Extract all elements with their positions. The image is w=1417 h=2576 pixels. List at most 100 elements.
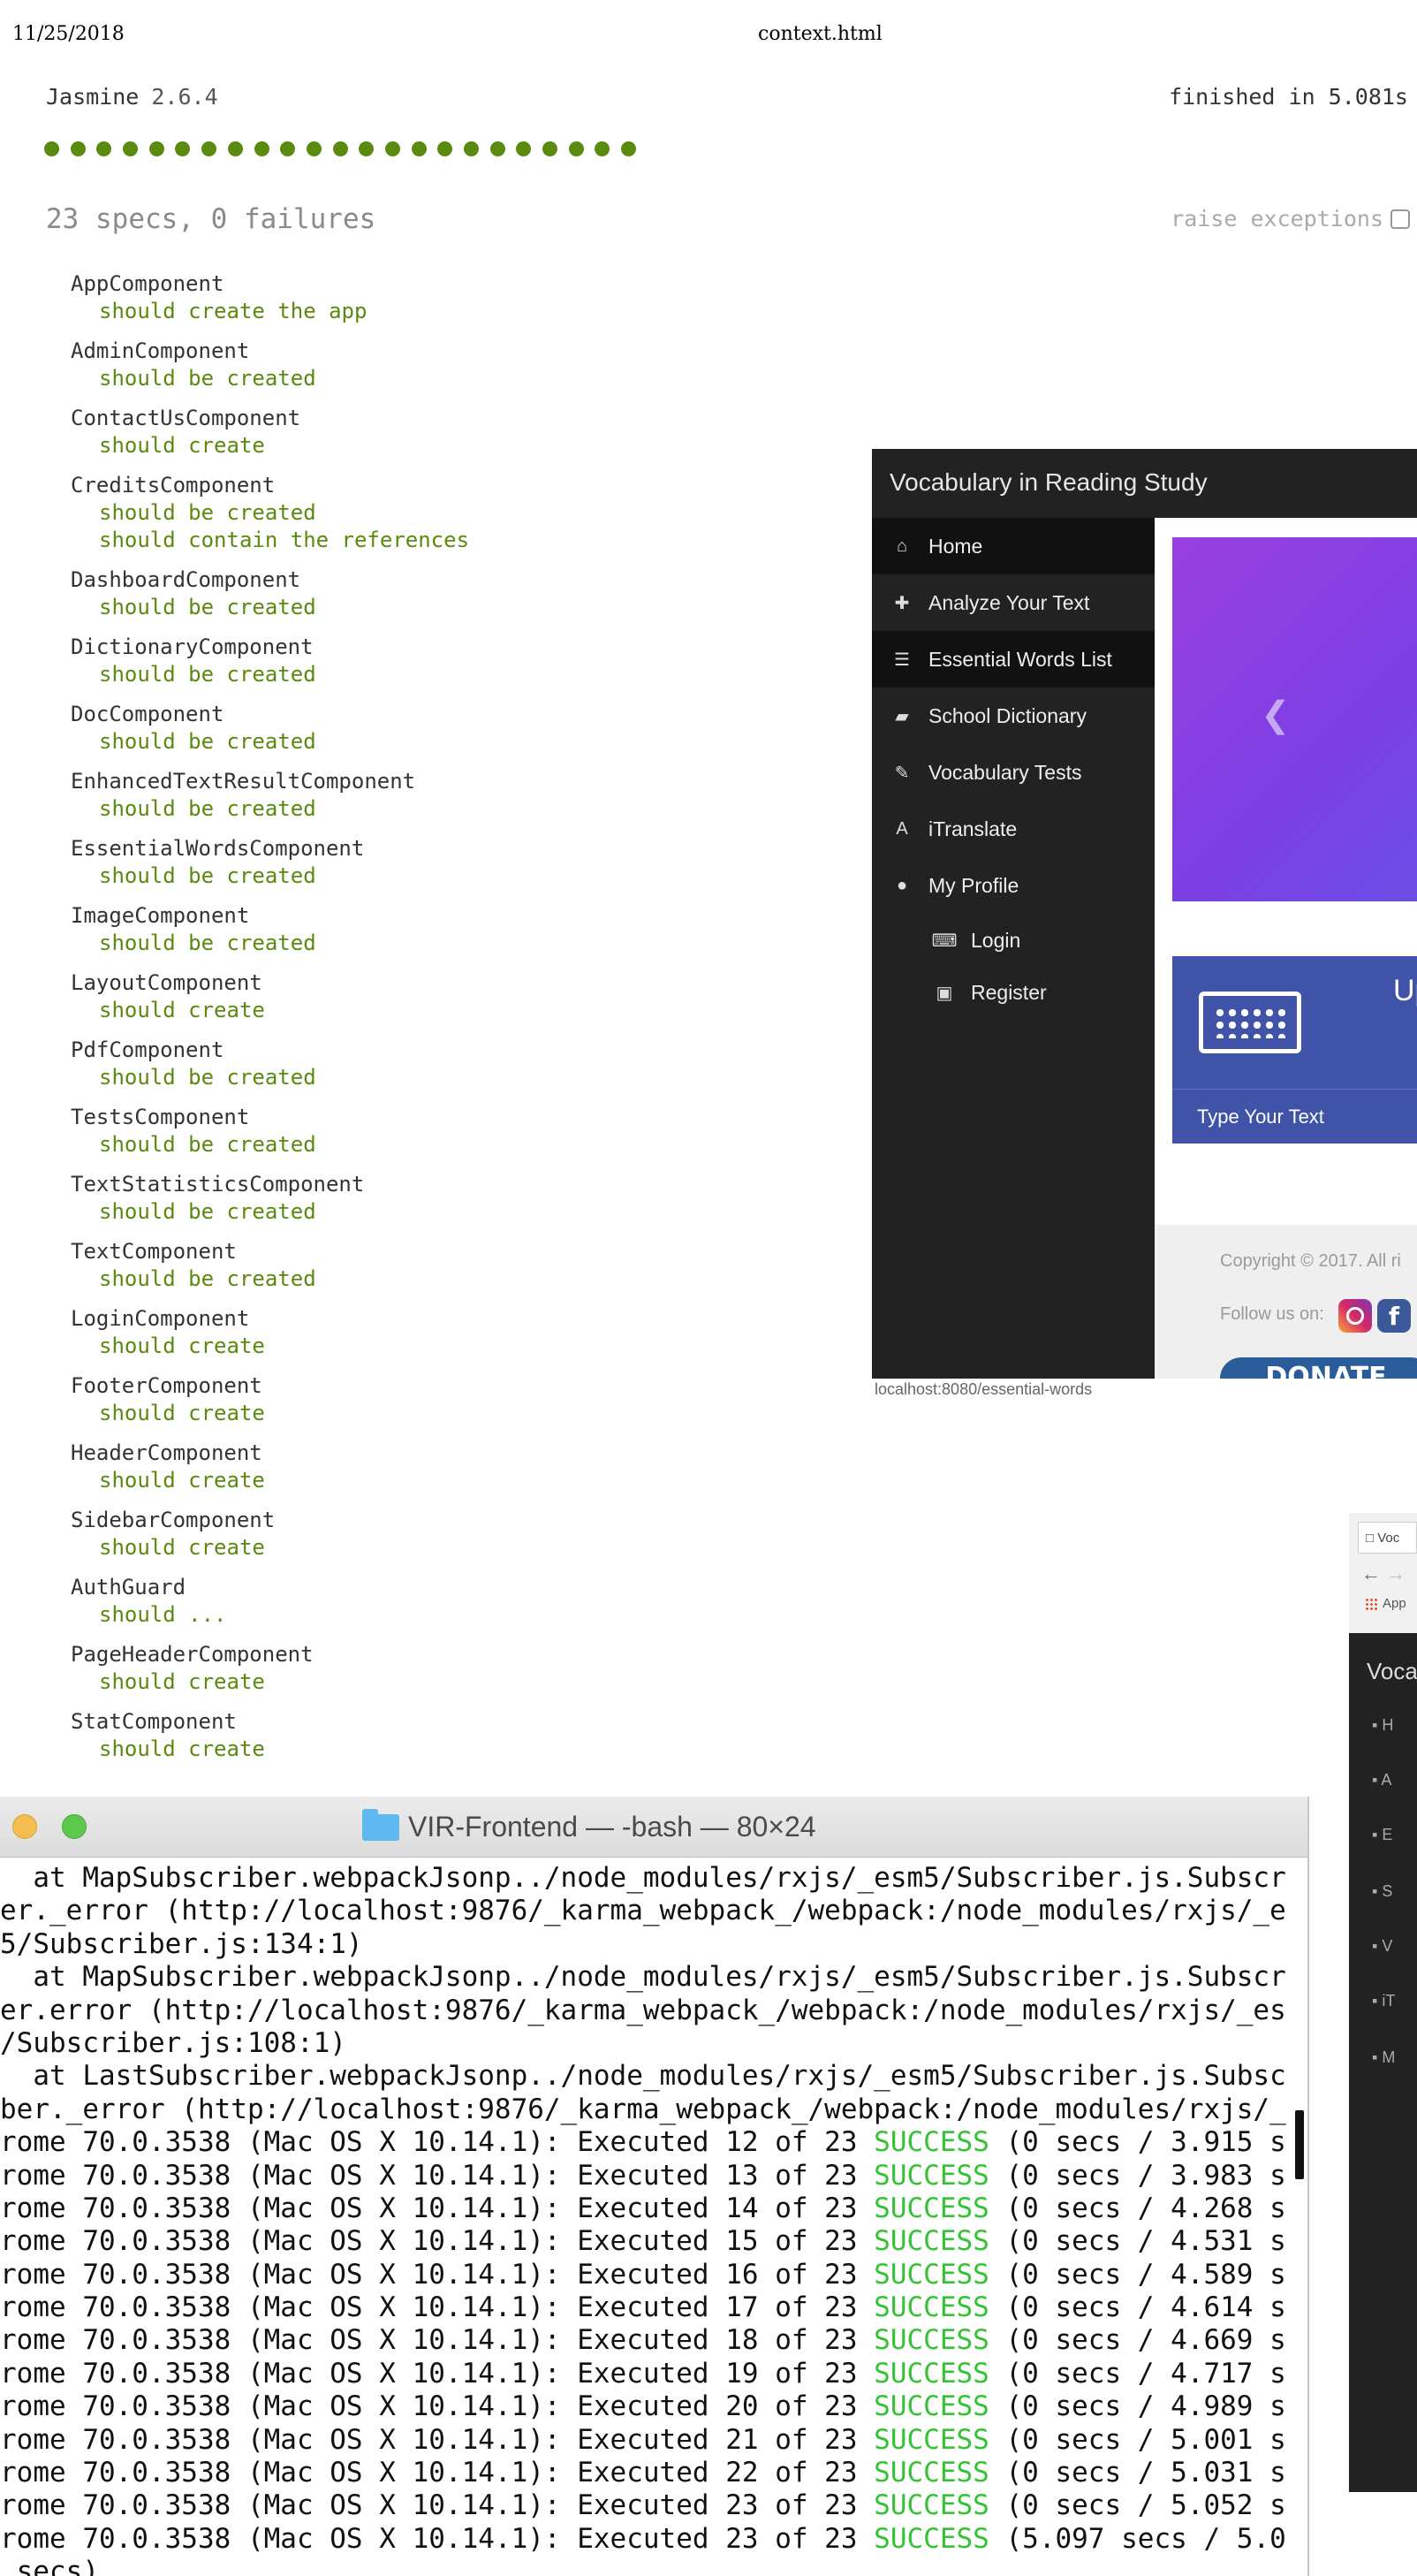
suite-name[interactable]: SidebarComponent [71, 1507, 469, 1534]
partial-browser-window: □ Voc ← → App Voca ▪ H ▪ A ▪ E ▪ S ▪ V ▪ iT ▪ … [1349, 1513, 1417, 2492]
spec-passed[interactable]: should be created [71, 1064, 469, 1091]
sidebar-item[interactable]: ● My Profile [872, 857, 1155, 914]
suite-name[interactable]: AppComponent [71, 270, 469, 298]
terminal-run-line: rome 70.0.3538 (Mac OS X 10.14.1): Execu… [0, 2390, 1286, 2423]
spec-passed[interactable]: should create [71, 1668, 469, 1696]
user-icon: ● [896, 875, 908, 895]
passed-spec-dot [123, 141, 139, 156]
suite-name[interactable]: TextComponent [71, 1238, 469, 1265]
sidebar-item[interactable]: ✚ Analyze Your Text [872, 574, 1155, 631]
minimize-button[interactable] [12, 1814, 37, 1839]
facebook-icon[interactable]: f [1377, 1299, 1411, 1333]
raise-exceptions-option[interactable]: raise exceptions [1171, 206, 1410, 232]
sidebar-item-label: Analyze Your Text [928, 590, 1090, 614]
spec-passed[interactable]: should create [71, 1333, 469, 1360]
suite-name[interactable]: AuthGuard [71, 1574, 469, 1601]
suite-name[interactable]: ImageComponent [71, 902, 469, 930]
sidebar-item[interactable]: AiTranslate [872, 801, 1155, 857]
spec-passed[interactable]: should be created [71, 365, 469, 392]
mini-nav-item[interactable]: ▪ E [1372, 1826, 1392, 1844]
suite-name[interactable]: TestsComponent [71, 1104, 469, 1131]
spec-passed[interactable]: should be created [71, 728, 469, 756]
spec-passed[interactable]: should contain the references [71, 527, 469, 554]
forward-arrow-icon[interactable]: → [1386, 1562, 1406, 1584]
suite-name[interactable]: DashboardComponent [71, 566, 469, 594]
app-main: ❮ Up Type Your Text Copyright © 2017. Al… [1155, 518, 1417, 1379]
folder-icon [362, 1808, 399, 1841]
raise-exceptions-checkbox[interactable] [1390, 209, 1410, 229]
suite-name[interactable]: DictionaryComponent [71, 634, 469, 661]
terminal-run-line: rome 70.0.3538 (Mac OS X 10.14.1): Execu… [0, 2291, 1286, 2324]
sidebar-item[interactable]: ✎ Vocabulary Tests [872, 744, 1155, 801]
spec-passed[interactable]: should create [71, 1400, 469, 1427]
spec-passed[interactable]: should create the app [71, 298, 469, 325]
spec-passed[interactable]: should be created [71, 1198, 469, 1226]
passed-spec-dot [96, 141, 112, 156]
spec-passed[interactable]: should be created [71, 661, 469, 688]
suite-name[interactable]: HeaderComponent [71, 1440, 469, 1467]
sidebar-item[interactable]: ⌨ Login [872, 912, 1155, 969]
spec-passed[interactable]: should be created [71, 594, 469, 621]
passed-spec-dot [437, 141, 453, 156]
spec-passed[interactable]: should be created [71, 1131, 469, 1159]
chevron-left-icon[interactable]: ❮ [1261, 695, 1291, 735]
terminal-run-line: rome 70.0.3538 (Mac OS X 10.14.1): Execu… [0, 2324, 1286, 2357]
spec-passed[interactable]: should create [71, 997, 469, 1024]
spec-passed[interactable]: should create [71, 1467, 469, 1494]
suite-name[interactable]: AdminComponent [71, 338, 469, 365]
zoom-button[interactable] [62, 1814, 87, 1839]
sidebar-item[interactable]: ☰ Essential Words List [872, 631, 1155, 688]
terminal-output: at MapSubscriber.webpackJsonp../node_mod… [0, 1862, 1290, 2576]
app-sidebar: ⌂ Home ✚ Analyze Your Text ☰ Essential Words … [872, 518, 1155, 1379]
terminal-scrollbar[interactable] [1295, 2110, 1304, 2179]
sidebar-item[interactable]: ▣ Register [872, 964, 1155, 1021]
spec-passed[interactable]: should be created [71, 499, 469, 527]
spec-passed[interactable]: should ... [71, 1601, 469, 1629]
terminal-line: at MapSubscriber.webpackJsonp../node_mod… [0, 1961, 1286, 1994]
spec-passed[interactable]: should be created [71, 1265, 469, 1293]
spec-passed[interactable]: should create [71, 1534, 469, 1562]
spec-passed[interactable]: should create [71, 1736, 469, 1763]
suite-name[interactable]: FooterComponent [71, 1372, 469, 1400]
suite-name[interactable]: EssentialWordsComponent [71, 835, 469, 862]
suite-name[interactable]: DocComponent [71, 701, 469, 728]
spec-passed[interactable]: should be created [71, 795, 469, 823]
browser-tab[interactable]: □ Voc [1358, 1522, 1417, 1554]
spec-passed[interactable]: should be created [71, 862, 469, 890]
card-footer: Type Your Text [1172, 1089, 1417, 1144]
type-text-card[interactable]: Up Type Your Text [1172, 956, 1417, 1144]
terminal-line: ber._error (http://localhost:9876/_karma… [0, 2093, 1286, 2125]
suite-name[interactable]: PdfComponent [71, 1037, 469, 1064]
jasmine-banner: Jasmine 2.6.4 [46, 84, 218, 110]
suite-name[interactable]: TextStatisticsComponent [71, 1171, 469, 1198]
suite-name[interactable]: CreditsComponent [71, 472, 469, 499]
mini-nav-item[interactable]: ▪ H [1372, 1716, 1393, 1735]
sidebar-item[interactable]: ▰ School Dictionary [872, 688, 1155, 744]
jasmine-duration: finished in 5.081s [1169, 84, 1408, 110]
instagram-icon[interactable] [1338, 1299, 1372, 1333]
success-status: SUCCESS [874, 2192, 989, 2224]
suite-name[interactable]: ContactUsComponent [71, 405, 469, 432]
mini-nav-item[interactable]: ▪ M [1372, 2048, 1395, 2067]
suite-name[interactable]: EnhancedTextResultComponent [71, 768, 469, 795]
spec-passed[interactable]: should be created [71, 930, 469, 957]
mini-nav-item[interactable]: ▪ iT [1372, 1992, 1395, 2010]
suite-name[interactable]: PageHeaderComponent [71, 1641, 469, 1668]
mini-nav-item[interactable]: ▪ S [1372, 1882, 1392, 1901]
mini-nav-item[interactable]: ▪ A [1372, 1771, 1391, 1790]
mini-nav-item[interactable]: ▪ V [1372, 1937, 1392, 1956]
donate-button[interactable]: DONATE [1220, 1357, 1417, 1379]
suite-name[interactable]: LayoutComponent [71, 969, 469, 997]
apps-bookmark[interactable]: App [1365, 1596, 1406, 1611]
home-icon: ⌂ [896, 536, 908, 556]
sidebar-item[interactable]: ⌂ Home [872, 518, 1155, 574]
passed-spec-dot [621, 141, 637, 156]
terminal-titlebar: VIR-Frontend — -bash — 80×24 [0, 1797, 1307, 1858]
card-footer-label: Type Your Text [1197, 1106, 1324, 1128]
success-status: SUCCESS [874, 2324, 989, 2357]
browser-nav-arrows[interactable]: ← → [1361, 1562, 1406, 1585]
spec-passed[interactable]: should create [71, 432, 469, 460]
suite-name[interactable]: StatComponent [71, 1708, 469, 1736]
back-arrow-icon[interactable]: ← [1361, 1562, 1381, 1584]
suite-name[interactable]: LoginComponent [71, 1305, 469, 1333]
